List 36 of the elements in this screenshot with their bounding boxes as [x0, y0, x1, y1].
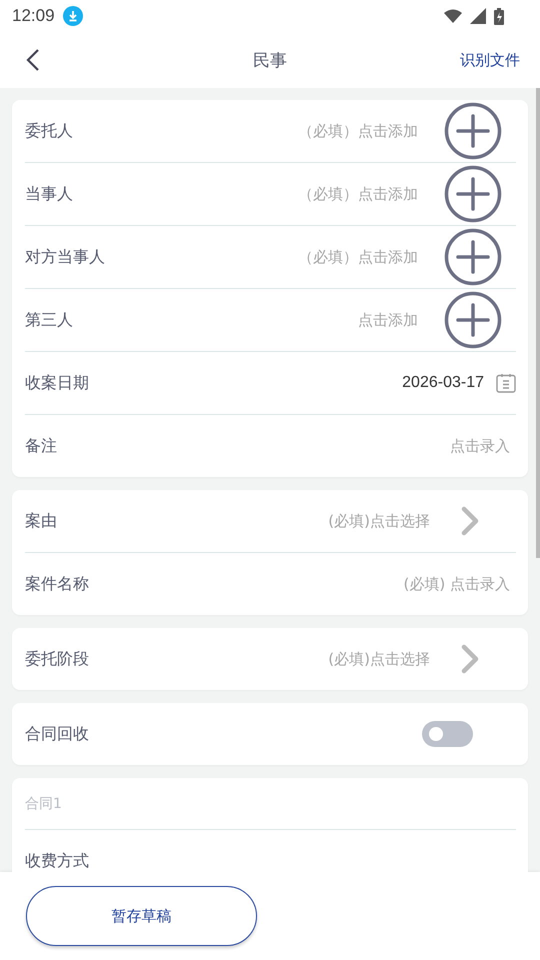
select-placeholder[interactable]: (必填)点击选择 — [328, 650, 430, 668]
section-heading: 合同1 — [25, 794, 62, 812]
signal-icon — [470, 8, 486, 24]
field-label: 委托阶段 — [25, 648, 89, 670]
field-label: 收费方式 — [25, 850, 89, 872]
add-circle-icon[interactable] — [444, 291, 502, 349]
field-label: 案由 — [25, 510, 57, 532]
date-value[interactable]: 2026-03-17 — [402, 374, 484, 392]
add-circle-icon[interactable] — [444, 165, 502, 223]
add-hint[interactable]: （必填）点击添加 — [298, 122, 418, 140]
field-label: 第三人 — [25, 310, 73, 330]
add-hint[interactable]: （必填）点击添加 — [298, 248, 418, 266]
page-title: 民事 — [252, 50, 288, 72]
input-placeholder[interactable]: (必填) 点击录入 — [404, 574, 510, 594]
back-icon[interactable] — [26, 48, 40, 72]
input-placeholder[interactable]: 点击录入 — [450, 436, 510, 456]
field-label: 合同回收 — [25, 724, 89, 744]
add-hint[interactable]: 点击添加 — [358, 310, 418, 330]
field-label: 对方当事人 — [25, 246, 105, 268]
battery-icon — [494, 8, 504, 24]
select-placeholder[interactable]: (必填)点击选择 — [328, 512, 430, 530]
status-time: 12:09 — [12, 6, 55, 26]
download-icon — [62, 6, 83, 26]
calendar-icon[interactable] — [496, 373, 516, 393]
recognize-file-link[interactable]: 识别文件 — [460, 50, 520, 70]
field-label: 备注 — [25, 436, 57, 456]
field-label: 当事人 — [25, 184, 73, 204]
add-circle-icon[interactable] — [444, 102, 502, 160]
field-label: 案件名称 — [25, 574, 89, 594]
add-hint[interactable]: （必填）点击添加 — [298, 184, 418, 204]
add-circle-icon[interactable] — [444, 228, 502, 286]
save-draft-button[interactable]: 暂存草稿 — [26, 886, 257, 946]
field-label: 委托人 — [25, 120, 73, 142]
wifi-icon — [444, 9, 462, 23]
field-label: 收案日期 — [25, 372, 89, 394]
toggle-switch[interactable] — [422, 721, 473, 747]
